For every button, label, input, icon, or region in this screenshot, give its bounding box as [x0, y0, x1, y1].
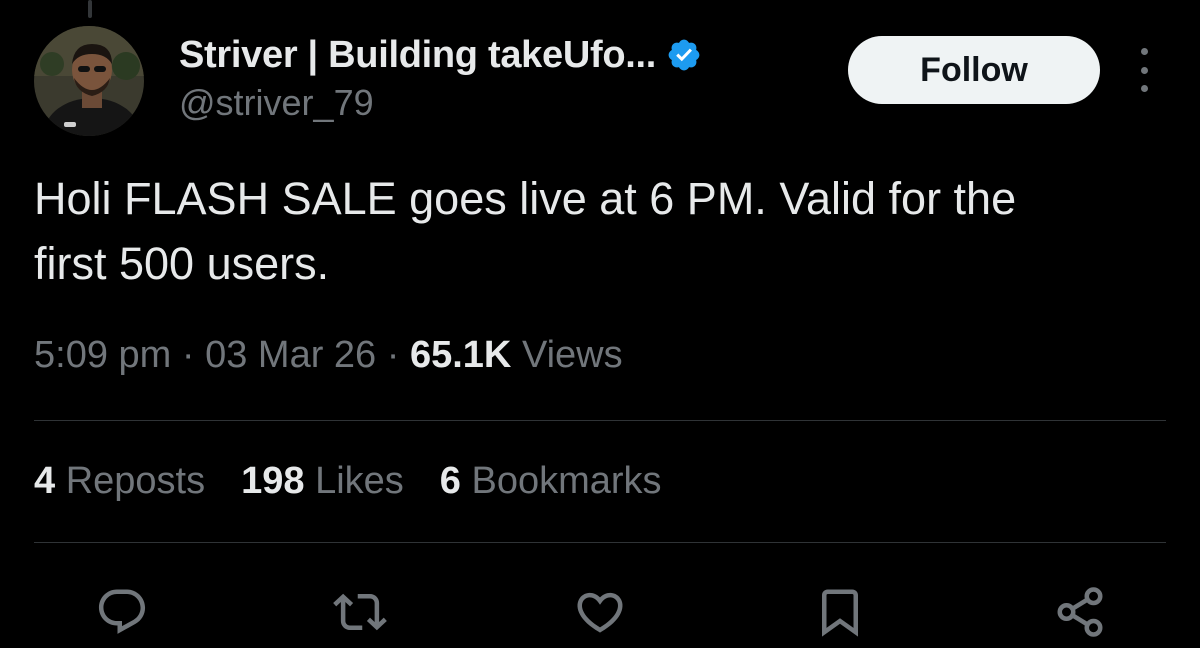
tweet-time[interactable]: 5:09 pm: [34, 334, 171, 376]
share-icon: [1057, 587, 1103, 637]
bookmark-icon: [822, 589, 858, 637]
more-options-icon[interactable]: [1132, 48, 1156, 92]
likes-stat[interactable]: 198 Likes: [241, 460, 404, 503]
bookmark-button[interactable]: [810, 582, 870, 642]
likes-count: 198: [241, 460, 305, 502]
views-count: 65.1K: [409, 334, 512, 376]
repost-button[interactable]: [330, 582, 390, 642]
bookmarks-label: Bookmarks: [471, 460, 662, 502]
tweet-date[interactable]: 03 Mar 26: [205, 334, 376, 376]
verified-badge-icon: [666, 37, 702, 73]
views-label: Views: [521, 334, 623, 376]
meta-separator: ·: [181, 334, 195, 376]
reposts-label: Reposts: [65, 460, 206, 502]
like-icon: [577, 592, 623, 633]
follow-button[interactable]: Follow: [848, 36, 1100, 104]
reply-icon: [98, 589, 146, 634]
share-button[interactable]: [1050, 582, 1110, 642]
action-bar: [0, 582, 1200, 642]
divider: [34, 542, 1166, 543]
more-dot: [1140, 48, 1148, 55]
tweet-text: Holi FLASH SALE goes live at 6 PM. Valid…: [34, 173, 1017, 289]
meta-separator: ·: [386, 334, 400, 376]
author-info: Striver | Building takeUfo... @striver_7…: [179, 30, 702, 124]
thread-connector-line: [88, 0, 92, 18]
avatar[interactable]: [34, 26, 144, 136]
reply-button[interactable]: [92, 582, 152, 642]
more-dot: [1140, 66, 1148, 74]
divider: [34, 420, 1166, 421]
likes-label: Likes: [315, 460, 404, 502]
like-button[interactable]: [570, 582, 630, 642]
tweet-header: Striver | Building takeUfo... @striver_7…: [34, 26, 1166, 136]
repost-icon: [333, 593, 387, 631]
bookmarks-count: 6: [439, 460, 461, 502]
reposts-stat[interactable]: 4 Reposts: [34, 460, 205, 503]
author-handle[interactable]: @striver_79: [179, 82, 702, 124]
reposts-count: 4: [34, 460, 56, 502]
author-display-name[interactable]: Striver | Building takeUfo...: [179, 34, 656, 77]
tweet-meta: 5:09 pm · 03 Mar 26 · 65.1K Views: [34, 334, 623, 377]
author-name-row: Striver | Building takeUfo...: [179, 30, 702, 80]
more-dot: [1140, 85, 1148, 92]
bookmarks-stat[interactable]: 6 Bookmarks: [440, 460, 662, 503]
engagement-stats: 4 Reposts 198 Likes 6 Bookmarks: [34, 460, 698, 503]
